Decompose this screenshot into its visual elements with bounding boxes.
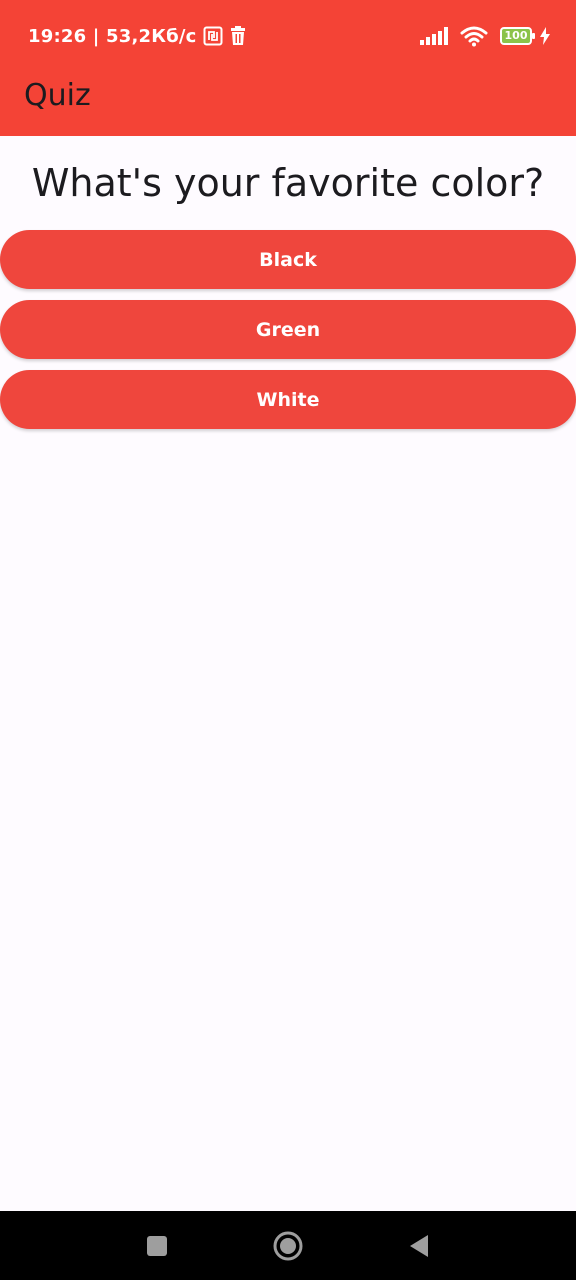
wifi-icon [460, 25, 488, 47]
charging-icon [540, 27, 550, 45]
quiz-content: What's your favorite color? Black Green … [0, 136, 576, 1211]
back-triangle-icon[interactable] [401, 1228, 437, 1264]
battery-level: 100 [504, 29, 528, 42]
home-circle-icon[interactable] [270, 1228, 306, 1264]
answer-button-black[interactable]: Black [0, 230, 576, 289]
app-bar: Quiz [0, 72, 576, 136]
status-bar: 19:26 | 53,2Кб/с 100 [0, 0, 576, 72]
answer-list: Black Green White [0, 230, 576, 440]
signal-icon [420, 27, 448, 45]
app-title: Quiz [24, 78, 91, 113]
status-right: 100 [420, 24, 550, 48]
recents-square-icon[interactable] [139, 1228, 175, 1264]
status-left: 19:26 | 53,2Кб/с [28, 24, 247, 48]
answer-button-white[interactable]: White [0, 370, 576, 429]
nfc-icon [203, 26, 223, 46]
quiz-question: What's your favorite color? [31, 161, 545, 205]
system-nav-bar [0, 1211, 576, 1280]
status-time-speed: 19:26 | 53,2Кб/с [28, 25, 197, 47]
delete-icon [229, 26, 247, 46]
answer-button-green[interactable]: Green [0, 300, 576, 359]
battery-icon: 100 [500, 27, 536, 45]
